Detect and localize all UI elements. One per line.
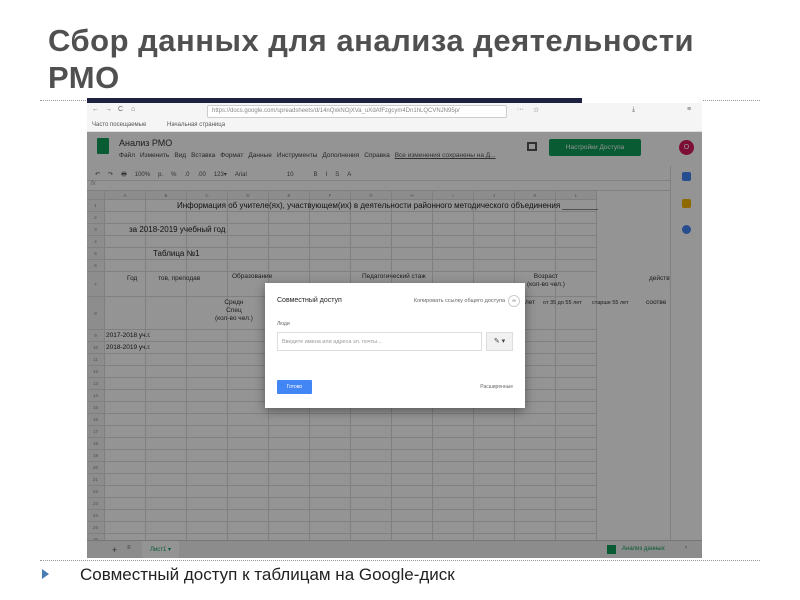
bookmark-home[interactable]: Начальная страница bbox=[167, 122, 225, 128]
url-bar[interactable]: https://docs.google.com/spreadsheets/d/1… bbox=[207, 105, 507, 118]
done-button[interactable]: Готово bbox=[277, 380, 312, 394]
permission-dropdown[interactable]: ✎ ▾ bbox=[486, 332, 513, 351]
people-label: Люди bbox=[277, 321, 290, 327]
download-icon[interactable]: ⤓ bbox=[632, 106, 635, 114]
reload-icon[interactable]: C bbox=[118, 106, 123, 113]
dialog-title: Совместный доступ bbox=[277, 297, 342, 304]
home-icon[interactable]: ⌂ bbox=[131, 106, 135, 113]
bookmark-star-icon[interactable]: ☆ bbox=[533, 106, 539, 114]
browser-toolbar: ← → C ⌂ https://docs.google.com/spreadsh… bbox=[87, 103, 702, 120]
forward-icon[interactable]: → bbox=[105, 106, 112, 113]
slide-caption: Совместный доступ к таблицам на Google-д… bbox=[80, 565, 455, 584]
advanced-link[interactable]: Расширенные bbox=[480, 384, 513, 390]
pencil-icon: ✎ bbox=[493, 338, 500, 345]
copy-link-button[interactable]: Копировать ссылку общего доступа bbox=[414, 298, 505, 304]
bookmarks-bar: Часто посещаемые Начальная страница bbox=[87, 120, 702, 132]
link-icon[interactable]: ∞ bbox=[508, 295, 520, 307]
back-icon[interactable]: ← bbox=[92, 106, 99, 113]
hamburger-menu-icon[interactable]: ≡ bbox=[687, 106, 691, 113]
bullet-icon bbox=[42, 569, 49, 579]
bookmark-frequent[interactable]: Часто посещаемые bbox=[92, 122, 146, 128]
more-icon[interactable]: ··· bbox=[517, 106, 524, 113]
screenshot: ← → C ⌂ https://docs.google.com/spreadsh… bbox=[87, 98, 702, 558]
slide-title: Сбор данных для анализа деятельности РМО bbox=[48, 23, 695, 95]
share-dialog: Совместный доступ Копировать ссылку обще… bbox=[265, 283, 525, 408]
divider bbox=[40, 560, 760, 561]
people-input[interactable]: Введите имена или адреса эл. почты... bbox=[277, 332, 482, 351]
